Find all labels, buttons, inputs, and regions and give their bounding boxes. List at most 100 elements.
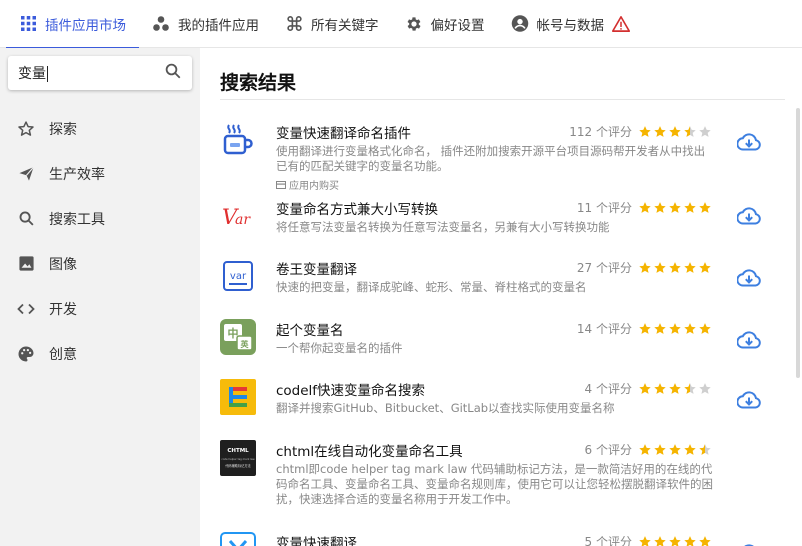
star-icon bbox=[669, 382, 681, 394]
hexagon-dots-icon bbox=[152, 15, 170, 33]
cloud-download-icon[interactable] bbox=[736, 329, 762, 351]
sidebar-item-image[interactable]: 图像 bbox=[0, 241, 200, 286]
star-rating bbox=[638, 443, 712, 457]
search-icon[interactable] bbox=[164, 62, 182, 84]
sidebar-item-explore[interactable]: 探索 bbox=[0, 106, 200, 151]
star-icon bbox=[639, 201, 651, 213]
rating: 6 个评分 bbox=[585, 441, 712, 458]
result-title[interactable]: 卷王变量翻译 bbox=[276, 258, 357, 278]
send-icon bbox=[17, 165, 35, 183]
svg-text:code helper tag mark law: code helper tag mark law bbox=[221, 457, 255, 461]
rating: 11 个评分 bbox=[577, 199, 712, 216]
search-input[interactable]: 变量 bbox=[18, 63, 164, 83]
scrollbar[interactable] bbox=[796, 108, 800, 378]
cloud-download-icon[interactable] bbox=[736, 389, 762, 411]
star-icon bbox=[639, 322, 651, 334]
result-item[interactable]: codelf快速变量命名搜索 4 个评分 翻译并搜索GitHub、Bitbuck… bbox=[220, 379, 790, 429]
star-icon bbox=[684, 382, 696, 394]
result-title[interactable]: chtml在线自动化变量命名工具 bbox=[276, 440, 463, 460]
search-icon bbox=[17, 210, 35, 228]
star-icon bbox=[654, 443, 666, 455]
result-item[interactable]: 中 英 起个变量名 14 个评分 一个帮你起变量名的插件 bbox=[220, 319, 790, 369]
result-title[interactable]: 变量快速翻译命名插件 bbox=[276, 122, 411, 142]
result-description: chtml即code helper tag mark law 代码辅助标记方法，… bbox=[276, 462, 713, 506]
star-icon bbox=[699, 125, 711, 137]
star-icon bbox=[654, 382, 666, 394]
app-window: 插件应用市场 我的插件应用 所有关键字 偏好设置 帐号与数据 变量 探索 生产效… bbox=[0, 0, 802, 546]
var-script-logo: V ar bbox=[220, 198, 256, 234]
chtml-logo: CHTML code helper tag mark law 代码辅助标记方法 bbox=[220, 440, 256, 476]
result-description: 一个帮你起变量名的插件 bbox=[276, 341, 403, 355]
sidebar-item-productivity[interactable]: 生产效率 bbox=[0, 151, 200, 196]
star-icon bbox=[639, 382, 651, 394]
var-box-logo: var bbox=[220, 258, 256, 294]
codelf-logo bbox=[220, 379, 256, 415]
star-icon bbox=[639, 443, 651, 455]
star-icon bbox=[654, 322, 666, 334]
svg-text:ar: ar bbox=[235, 212, 251, 228]
star-icon bbox=[699, 261, 711, 273]
cloud-download-icon[interactable] bbox=[736, 131, 762, 153]
result-description: 翻译并搜索GitHub、Bitbucket、GitLab以查找实际使用变量名称 bbox=[276, 401, 615, 415]
result-item[interactable]: var 卷王变量翻译 27 个评分 快速的把变量，翻译成驼峰、蛇形、常量、脊柱格… bbox=[220, 258, 790, 308]
tab-label: 偏好设置 bbox=[430, 17, 485, 34]
in-app-purchase-badge: 应用内购买 bbox=[276, 177, 339, 192]
sidebar-item-label: 搜索工具 bbox=[49, 211, 105, 228]
cloud-download-icon[interactable] bbox=[736, 542, 762, 546]
star-icon bbox=[684, 443, 696, 455]
result-item[interactable]: 变量快速翻译命名插件 112 个评分 使用翻译进行变量格式化命名， 插件还附加搜… bbox=[220, 122, 790, 194]
tab-account-data[interactable]: 帐号与数据 bbox=[498, 0, 644, 48]
result-title[interactable]: codelf快速变量命名搜索 bbox=[276, 379, 425, 399]
translate-logo bbox=[220, 532, 256, 546]
sidebar-item-label: 图像 bbox=[49, 256, 77, 273]
svg-text:CHTML: CHTML bbox=[227, 448, 249, 454]
star-icon bbox=[639, 535, 651, 546]
rating-count: 4 个评分 bbox=[584, 382, 632, 396]
result-title[interactable]: 变量快速翻译 bbox=[276, 532, 357, 546]
command-key-icon bbox=[285, 15, 303, 33]
star-icon bbox=[699, 322, 711, 334]
tab-label: 我的插件应用 bbox=[178, 17, 259, 34]
result-title[interactable]: 变量命名方式兼大小写转换 bbox=[276, 198, 438, 218]
star-icon bbox=[669, 201, 681, 213]
star-icon bbox=[654, 201, 666, 213]
tab-preferences[interactable]: 偏好设置 bbox=[392, 0, 498, 48]
grid-icon bbox=[19, 15, 37, 33]
sidebar-item-creative[interactable]: 创意 bbox=[0, 331, 200, 376]
rating: 27 个评分 bbox=[577, 259, 712, 276]
tab-label: 所有关键字 bbox=[311, 17, 379, 34]
cloud-download-icon[interactable] bbox=[736, 205, 762, 227]
result-item[interactable]: CHTML code helper tag mark law 代码辅助标记方法 … bbox=[220, 440, 790, 520]
tab-plugin-market[interactable]: 插件应用市场 bbox=[6, 0, 139, 49]
sidebar-item-develop[interactable]: 开发 bbox=[0, 286, 200, 331]
svg-text:代码辅助标记方法: 代码辅助标记方法 bbox=[225, 463, 251, 468]
star-rating bbox=[638, 125, 712, 139]
search-box[interactable]: 变量 bbox=[8, 56, 192, 90]
page-title: 搜索结果 bbox=[220, 72, 297, 94]
star-outline-icon bbox=[17, 120, 35, 138]
star-icon bbox=[639, 125, 651, 137]
star-icon bbox=[684, 535, 696, 546]
tab-all-keywords[interactable]: 所有关键字 bbox=[272, 0, 392, 48]
star-icon bbox=[684, 322, 696, 334]
tab-my-plugins[interactable]: 我的插件应用 bbox=[139, 0, 272, 48]
rating: 14 个评分 bbox=[577, 320, 712, 337]
star-icon bbox=[669, 125, 681, 137]
star-icon bbox=[669, 443, 681, 455]
sidebar-item-search-tools[interactable]: 搜索工具 bbox=[0, 196, 200, 241]
gear-icon bbox=[405, 15, 423, 33]
results-panel: 搜索结果 变量快速翻译命名插件 112 个评分 使用翻译进行变量格式化命名， 插… bbox=[200, 48, 802, 546]
result-item[interactable]: V ar 变量命名方式兼大小写转换 11 个评分 将任意写法变量名转换为任意写法… bbox=[220, 198, 790, 248]
star-icon bbox=[654, 261, 666, 273]
star-icon bbox=[654, 535, 666, 546]
star-icon bbox=[699, 443, 711, 455]
result-item[interactable]: 变量快速翻译 5 个评分 bbox=[220, 532, 790, 546]
sidebar-item-label: 探索 bbox=[49, 121, 77, 138]
sidebar-item-label: 开发 bbox=[49, 301, 77, 318]
sidebar-item-label: 创意 bbox=[49, 346, 77, 363]
zhong-ying-logo: 中 英 bbox=[220, 319, 256, 355]
result-title[interactable]: 起个变量名 bbox=[276, 319, 344, 339]
cloud-download-icon[interactable] bbox=[736, 267, 762, 289]
star-icon bbox=[684, 201, 696, 213]
star-rating bbox=[638, 535, 712, 546]
